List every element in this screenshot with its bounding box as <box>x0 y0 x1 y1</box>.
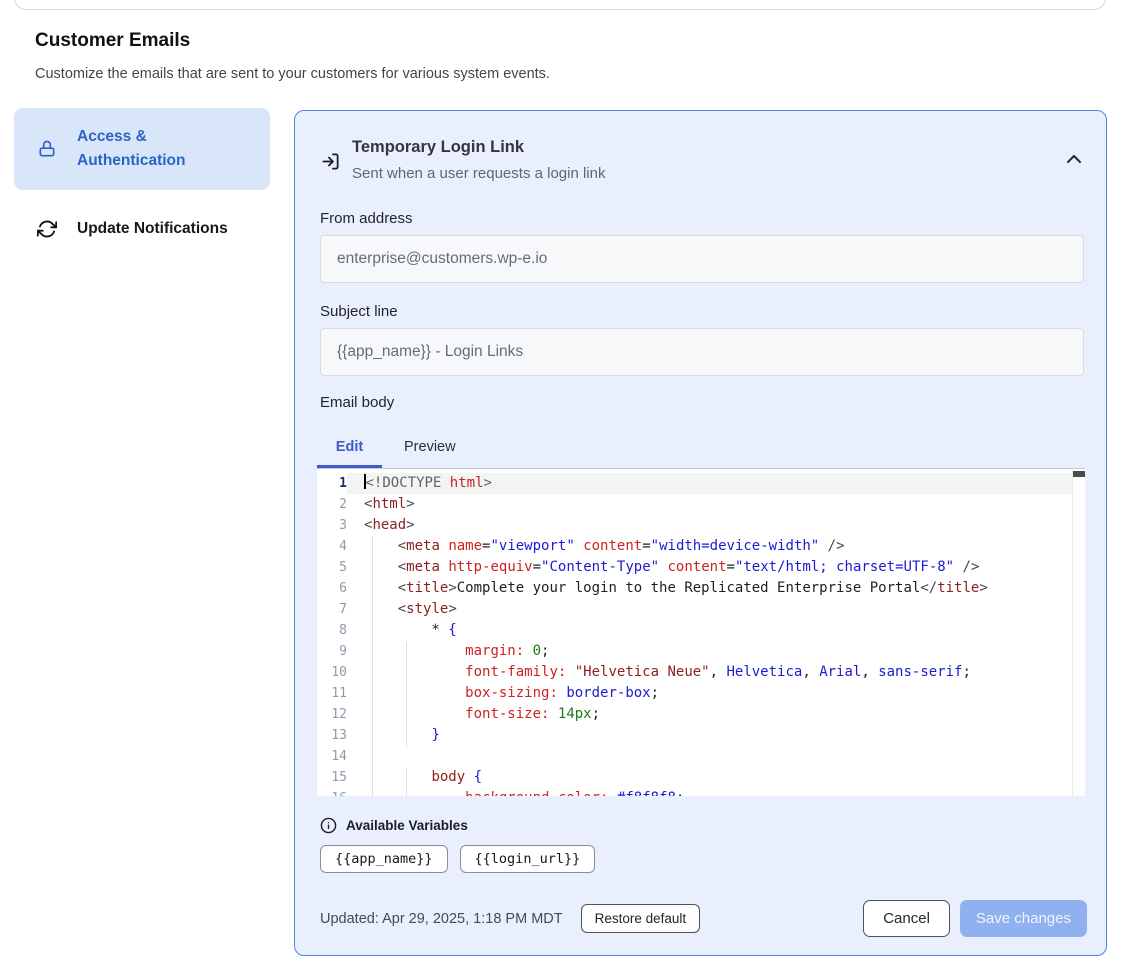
customer-emails-page: Customer Emails Customize the emails tha… <box>0 0 1128 980</box>
lock-icon <box>37 138 57 160</box>
email-body-tabs: Edit Preview <box>317 429 470 465</box>
refresh-icon <box>37 219 57 239</box>
indent-guide <box>406 642 407 747</box>
code-line: 9 margin: 0; <box>317 641 1085 662</box>
tab-edit[interactable]: Edit <box>317 439 382 455</box>
sidebar-item-label: Access & Authentication <box>77 125 207 173</box>
code-editor[interactable]: 1<!DOCTYPE html>2<html>3<head>4 <meta na… <box>317 468 1085 796</box>
page-title: Customer Emails <box>35 30 190 52</box>
editor-scrollbar[interactable] <box>1072 470 1085 796</box>
code-editor-lines: 1<!DOCTYPE html>2<html>3<head>4 <meta na… <box>317 469 1085 796</box>
info-icon <box>320 817 337 834</box>
save-changes-button[interactable]: Save changes <box>960 900 1087 937</box>
variable-chips: {{app_name}} {{login_url}} <box>320 845 595 873</box>
from-address-label: From address <box>320 210 413 227</box>
tab-preview[interactable]: Preview <box>390 439 470 455</box>
indent-guide <box>406 768 407 796</box>
code-line: 14 <box>317 746 1085 767</box>
scrollbar-thumb[interactable] <box>1073 471 1085 477</box>
updated-timestamp: Updated: Apr 29, 2025, 1:18 PM MDT <box>320 911 563 927</box>
cancel-button[interactable]: Cancel <box>863 900 950 937</box>
code-line: 5 <meta http-equiv="Content-Type" conten… <box>317 557 1085 578</box>
code-line: 2<html> <box>317 494 1085 515</box>
available-variables-label: Available Variables <box>346 818 468 833</box>
subject-line-input[interactable] <box>320 328 1084 376</box>
code-line: 1<!DOCTYPE html> <box>317 473 1085 494</box>
code-line: 16 background-color: #f8f8f8; <box>317 788 1085 796</box>
code-line: 3<head> <box>317 515 1085 536</box>
sidebar-item-label: Update Notifications <box>77 217 228 241</box>
subject-line-label: Subject line <box>320 303 398 320</box>
code-line: 11 box-sizing: border-box; <box>317 683 1085 704</box>
restore-default-button[interactable]: Restore default <box>581 904 701 933</box>
collapse-button[interactable] <box>1059 145 1089 173</box>
code-line: 7 <style> <box>317 599 1085 620</box>
login-icon <box>321 152 340 176</box>
variable-chip-login-url[interactable]: {{login_url}} <box>460 845 596 873</box>
email-panel: Temporary Login Link Sent when a user re… <box>294 110 1107 956</box>
code-line: 15 body { <box>317 767 1085 788</box>
sidebar-item-update-notifications[interactable]: Update Notifications <box>14 205 270 253</box>
panel-footer: Updated: Apr 29, 2025, 1:18 PM MDT Resto… <box>320 900 1087 937</box>
code-line: 4 <meta name="viewport" content="width=d… <box>317 536 1085 557</box>
panel-title: Temporary Login Link <box>352 138 524 157</box>
chevron-up-icon <box>1066 152 1082 167</box>
variable-chip-app-name[interactable]: {{app_name}} <box>320 845 448 873</box>
page-subtitle: Customize the emails that are sent to yo… <box>35 66 550 82</box>
code-line: 10 font-family: "Helvetica Neue", Helvet… <box>317 662 1085 683</box>
sidebar-item-access-authentication[interactable]: Access & Authentication <box>14 108 270 190</box>
email-body-label: Email body <box>320 394 394 411</box>
code-line: 12 font-size: 14px; <box>317 704 1085 725</box>
code-line: 8 * { <box>317 620 1085 641</box>
code-line: 13 } <box>317 725 1085 746</box>
top-card-divider <box>14 0 1106 10</box>
code-line: 6 <title>Complete your login to the Repl… <box>317 578 1085 599</box>
from-address-input[interactable] <box>320 235 1084 283</box>
panel-subtitle: Sent when a user requests a login link <box>352 165 605 182</box>
indent-guide <box>372 537 373 796</box>
